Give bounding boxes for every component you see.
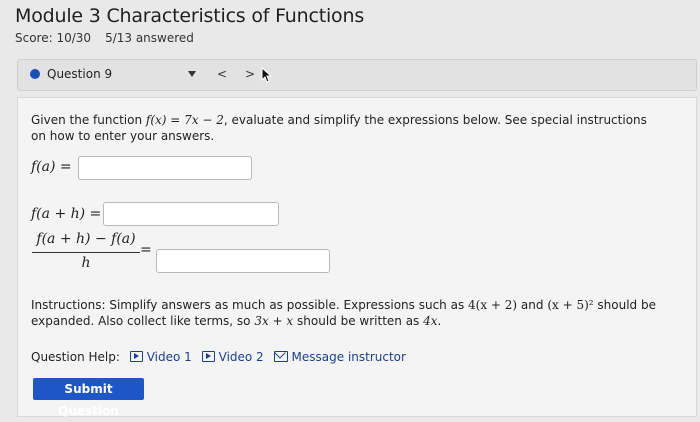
video-1-link[interactable]: Video 1 bbox=[129, 350, 192, 364]
instr-part: Instructions: Simplify answers as much a… bbox=[31, 298, 469, 312]
mouse-pointer-icon bbox=[261, 67, 273, 83]
score-text: Score: 10/30 bbox=[15, 31, 92, 45]
mail-icon bbox=[273, 351, 288, 362]
video-icon bbox=[129, 351, 143, 362]
page: Module 3 Characteristics of Functions Sc… bbox=[0, 0, 700, 422]
instr-part: and bbox=[517, 298, 548, 312]
instr-example-1: 4(x + 2) bbox=[468, 298, 518, 312]
next-question-button[interactable]: > bbox=[240, 64, 260, 84]
equals-sign: = bbox=[140, 242, 152, 258]
instr-example-2: (x + 5)² bbox=[547, 298, 594, 312]
video-1-label: Video 1 bbox=[146, 350, 192, 364]
caret-down-icon bbox=[188, 71, 196, 77]
instr-example-4: 4x bbox=[423, 314, 438, 328]
question-help: Question Help: Video 1 Video 2 Message i… bbox=[31, 350, 406, 364]
question-select-label: Question 9 bbox=[47, 67, 113, 81]
instructions-text: Instructions: Simplify answers as much a… bbox=[31, 297, 671, 329]
instr-example-3: 3x + x bbox=[254, 314, 294, 328]
expr-f-a-plus-h-label: f(a + h) = bbox=[31, 206, 102, 222]
answer-input-f-a-plus-h[interactable] bbox=[103, 202, 279, 226]
question-nav-bar: Question 9 < > bbox=[17, 59, 697, 91]
prev-question-button[interactable]: < bbox=[212, 64, 232, 84]
question-panel: Given the function f(x) = 7x − 2, evalua… bbox=[17, 97, 697, 418]
video-2-label: Video 2 bbox=[218, 350, 264, 364]
answer-input-f-a[interactable] bbox=[78, 156, 252, 180]
expr-f-a-label: f(a) = bbox=[31, 159, 72, 175]
page-title: Module 3 Characteristics of Functions bbox=[15, 5, 365, 27]
fraction-denominator: h bbox=[81, 255, 91, 271]
function-definition: f(x) = 7x − 2 bbox=[145, 113, 224, 127]
fraction-bar bbox=[32, 252, 140, 253]
question-status-dot bbox=[30, 69, 40, 79]
answered-count: 5/13 answered bbox=[105, 31, 194, 45]
fraction-numerator: f(a + h) − f(a) bbox=[36, 231, 136, 247]
score-line: Score: 10/30 5/13 answered bbox=[15, 31, 194, 45]
video-icon bbox=[201, 351, 215, 362]
prompt-text: Given the function bbox=[31, 113, 146, 127]
answer-input-difference-quotient[interactable] bbox=[156, 249, 330, 273]
instr-part: . bbox=[437, 314, 442, 328]
message-instructor-label: Message instructor bbox=[291, 350, 406, 364]
submit-question-button[interactable]: Submit Question bbox=[33, 378, 144, 418]
video-2-link[interactable]: Video 2 bbox=[201, 350, 264, 364]
message-instructor-link[interactable]: Message instructor bbox=[273, 350, 406, 364]
instr-part: should be written as bbox=[293, 314, 424, 328]
question-prompt: Given the function f(x) = 7x − 2, evalua… bbox=[31, 112, 661, 144]
question-select[interactable]: Question 9 bbox=[26, 64, 196, 84]
question-help-label: Question Help: bbox=[31, 350, 120, 364]
difference-quotient-label: f(a + h) − f(a) h bbox=[32, 231, 140, 273]
